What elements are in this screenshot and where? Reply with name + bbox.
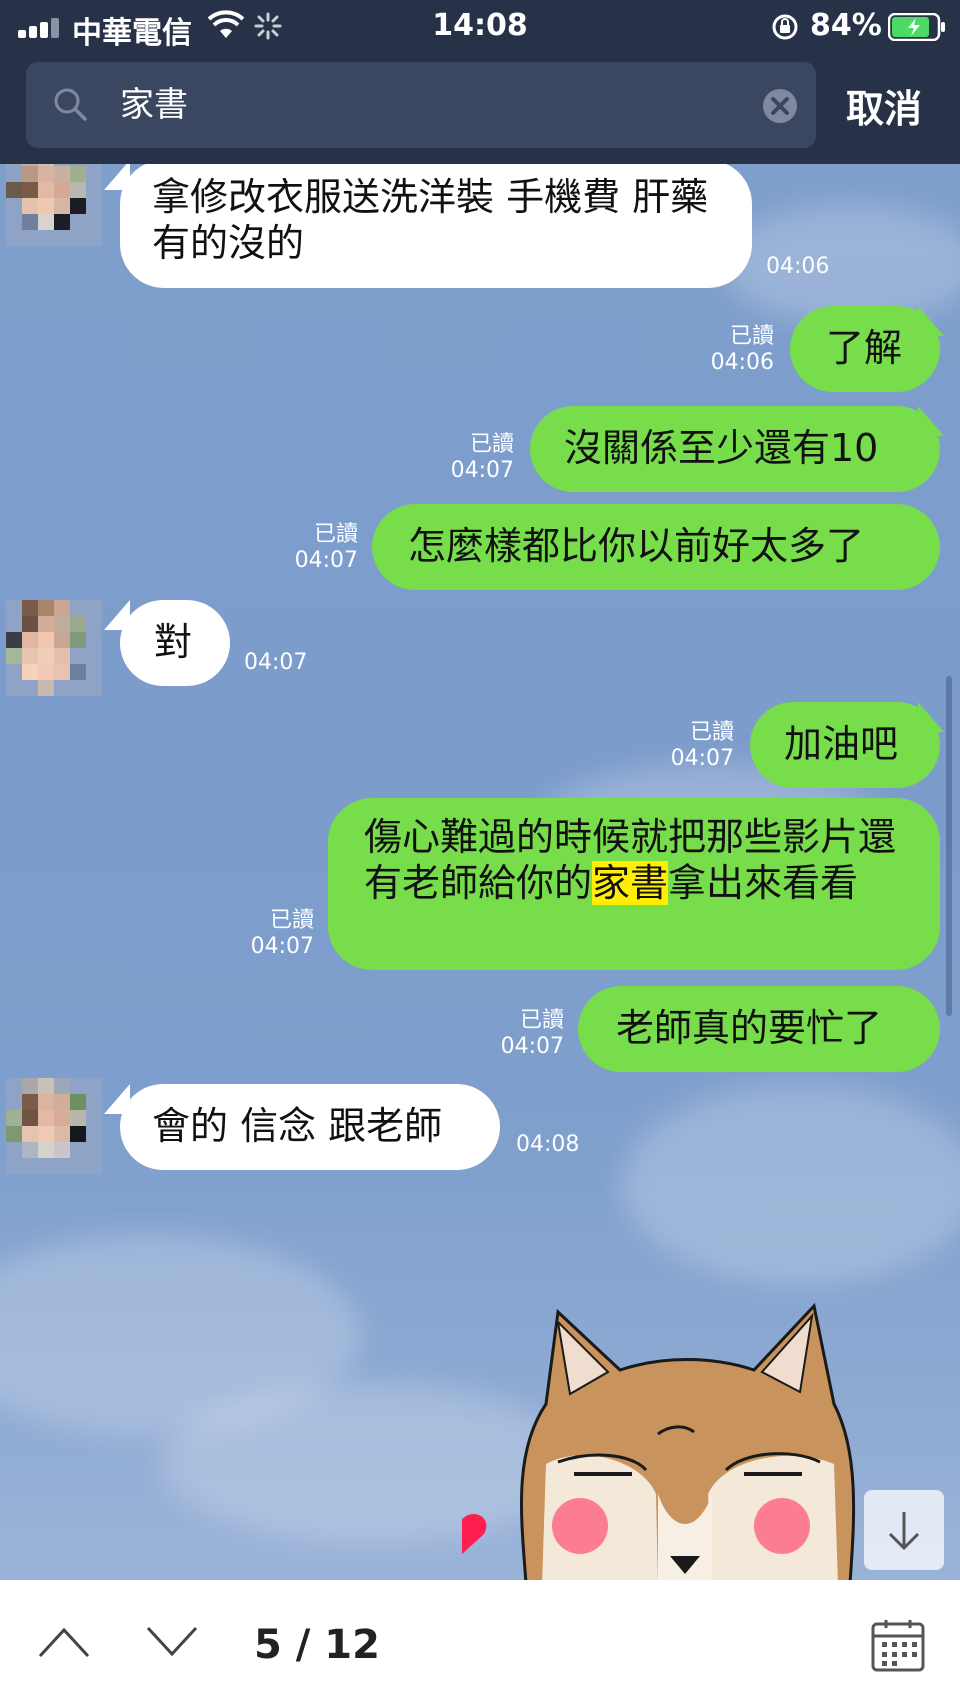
status-bar: 中華電信 14:08 84% bbox=[0, 0, 960, 56]
message-text: 對 bbox=[154, 620, 193, 664]
search-box[interactable]: 家書 bbox=[26, 62, 816, 148]
battery-icon bbox=[888, 13, 945, 41]
message-time: 04:08 bbox=[516, 1132, 580, 1157]
search-input[interactable]: 家書 bbox=[120, 62, 188, 148]
message-bubble-outgoing[interactable]: 傷心難過的時候就把那些影片還有老師給你的家書拿出來看看 bbox=[328, 798, 940, 970]
read-receipt: 已讀 bbox=[689, 720, 734, 745]
message-meta: 已讀 04:07 bbox=[596, 720, 734, 772]
message-bubble-outgoing[interactable]: 沒關係至少還有10 bbox=[530, 406, 940, 492]
message-bubble-incoming[interactable]: 拿修改衣服送洗洋裝 手機費 肝藥 有的沒的 bbox=[120, 164, 752, 288]
message-text: 了解 bbox=[826, 326, 903, 370]
avatar[interactable] bbox=[6, 1078, 102, 1174]
message-bubble-incoming[interactable]: 對 bbox=[120, 600, 230, 686]
message-text: 拿出來看看 bbox=[668, 861, 859, 905]
chat-area[interactable]: 拿修改衣服送洗洋裝 手機費 肝藥 有的沒的 04:06 已讀 04:06 了解 … bbox=[0, 164, 960, 1580]
message-text: 沒關係至少還有10 bbox=[564, 426, 879, 470]
search-match-highlight: 家書 bbox=[592, 861, 669, 905]
cancel-button[interactable]: 取消 bbox=[846, 78, 922, 133]
message-time: 04:06 bbox=[710, 350, 774, 375]
dog-sticker[interactable] bbox=[462, 1294, 902, 1580]
message-time: 04:06 bbox=[766, 254, 830, 279]
message-time: 04:07 bbox=[670, 746, 734, 771]
message-time: 04:07 bbox=[500, 1034, 564, 1059]
message-meta: 已讀 04:07 bbox=[446, 1008, 564, 1060]
message-meta: 已讀 04:07 bbox=[196, 908, 314, 960]
message-time: 04:07 bbox=[244, 650, 308, 675]
chevron-up-icon[interactable] bbox=[38, 1624, 90, 1658]
read-receipt: 已讀 bbox=[269, 908, 314, 933]
message-text: 怎麼樣都比你以前好太多了 bbox=[408, 524, 865, 568]
message-text: 老師真的要忙了 bbox=[616, 1006, 883, 1050]
battery-percent: 84% bbox=[810, 8, 882, 43]
avatar[interactable] bbox=[6, 600, 102, 696]
scroll-to-bottom-button[interactable] bbox=[864, 1490, 944, 1570]
rotation-lock-icon bbox=[772, 14, 798, 40]
message-time: 04:07 bbox=[250, 934, 314, 959]
search-result-bar: 5 / 12 bbox=[0, 1580, 960, 1708]
message-bubble-outgoing[interactable]: 老師真的要忙了 bbox=[578, 986, 940, 1072]
read-receipt: 已讀 bbox=[729, 324, 774, 349]
message-meta: 已讀 04:07 bbox=[386, 432, 514, 484]
message-time: 04:07 bbox=[294, 548, 358, 573]
message-bubble-outgoing[interactable]: 加油吧 bbox=[750, 702, 940, 788]
read-receipt: 已讀 bbox=[313, 522, 358, 547]
message-meta: 已讀 04:07 bbox=[242, 522, 358, 574]
message-meta: 已讀 04:06 bbox=[646, 324, 774, 376]
scrollbar[interactable] bbox=[946, 676, 952, 1016]
calendar-icon[interactable] bbox=[870, 1618, 926, 1674]
message-text: 加油吧 bbox=[784, 722, 899, 766]
read-receipt: 已讀 bbox=[519, 1008, 564, 1033]
cloud-decor bbox=[620, 1084, 960, 1284]
clear-icon[interactable] bbox=[762, 88, 798, 124]
avatar[interactable] bbox=[6, 164, 102, 246]
message-bubble-incoming[interactable]: 會的 信念 跟老師 bbox=[120, 1084, 500, 1170]
message-text: 會的 信念 跟老師 bbox=[152, 1104, 443, 1148]
message-time: 04:07 bbox=[450, 458, 514, 483]
scroll-down-icon bbox=[888, 1512, 920, 1551]
read-receipt: 已讀 bbox=[469, 432, 514, 457]
message-bubble-outgoing[interactable]: 了解 bbox=[790, 306, 940, 392]
message-text: 拿修改衣服送洗洋裝 手機費 肝藥 有的沒的 bbox=[152, 175, 709, 265]
search-icon bbox=[54, 88, 87, 121]
search-header: 家書 取消 bbox=[0, 56, 960, 164]
result-counter: 5 / 12 bbox=[254, 1622, 380, 1668]
chevron-down-icon[interactable] bbox=[146, 1624, 198, 1658]
message-bubble-outgoing[interactable]: 怎麼樣都比你以前好太多了 bbox=[372, 504, 940, 590]
